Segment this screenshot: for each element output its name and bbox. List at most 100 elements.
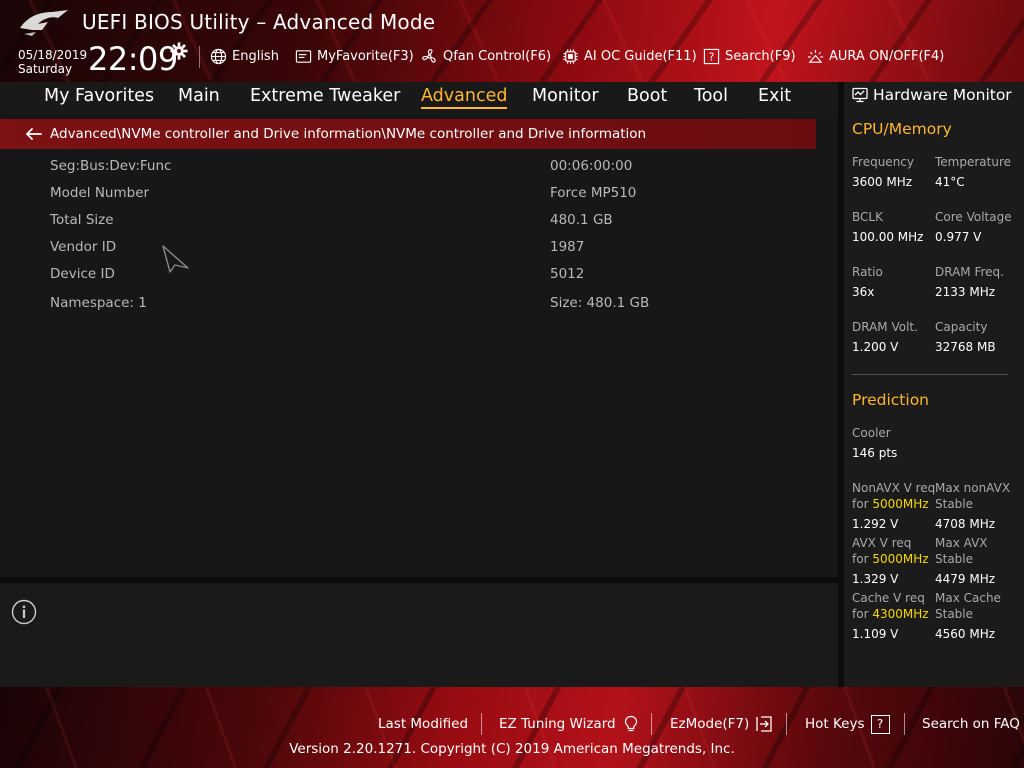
search-on-faq-label: Search on FAQ [922, 716, 1020, 732]
clock-time: 22:09 [88, 40, 178, 78]
row-label: Vendor ID [50, 239, 117, 255]
ai-oc-guide-button[interactable]: AI OC Guide(F11) [562, 46, 697, 66]
tab-extreme-tweaker[interactable]: Extreme Tweaker [250, 86, 400, 106]
ratio-value: 36x [852, 285, 875, 299]
aura-toggle-button[interactable]: AURA ON/OFF(F4) [807, 46, 944, 66]
monitor-icon [852, 87, 868, 103]
dram-freq-value: 2133 MHz [935, 285, 996, 299]
help-panel [0, 583, 838, 687]
main-tabbar: My Favorites Main Extreme Tweaker Advanc… [0, 82, 838, 114]
back-arrow-icon[interactable] [24, 126, 44, 142]
ezmode-label: EzMode(F7) [670, 716, 750, 732]
hardware-monitor-panel: Hardware Monitor CPU/Memory Frequency 36… [844, 82, 1024, 687]
search-icon: ? [703, 48, 720, 64]
gear-icon[interactable] [170, 42, 188, 60]
cache-req-value: 1.109 V [852, 627, 899, 641]
cache-req-label-line1: Cache V req [852, 591, 925, 605]
footer-separator [651, 713, 652, 735]
bclk-value: 100.00 MHz [852, 230, 924, 244]
language-button[interactable]: English [210, 46, 279, 66]
fan-icon [422, 48, 436, 63]
aura-icon [807, 49, 824, 63]
hot-keys-label: Hot Keys [805, 716, 865, 732]
tab-monitor[interactable]: Monitor [532, 86, 599, 106]
avx-req-label-line1: AVX V req [852, 536, 912, 550]
avx-target-frequency: 5000MHz [872, 552, 929, 566]
favorite-icon [295, 49, 312, 63]
cpu-memory-section-title: CPU/Memory [852, 120, 952, 138]
row-value: 1987 [550, 239, 585, 255]
for-word: for [852, 552, 873, 566]
ratio-label: Ratio [852, 265, 883, 279]
ez-tuning-wizard-label: EZ Tuning Wizard [499, 716, 616, 732]
avx-req-label: AVX V req for 5000MHz [852, 535, 929, 567]
max-nonavx-label: Max nonAVX Stable [935, 480, 1010, 512]
tab-my-favorites[interactable]: My Favorites [44, 86, 154, 106]
app-title: UEFI BIOS Utility – Advanced Mode [82, 10, 436, 34]
main-panel: Advanced\NVMe controller and Drive infor… [0, 114, 838, 577]
footer-bar: Last Modified EZ Tuning Wizard EzMode(F7… [0, 687, 1024, 768]
mouse-cursor-icon [162, 245, 189, 273]
breadcrumb-path: Advanced\NVMe controller and Drive infor… [50, 126, 647, 142]
nonavx-req-value: 1.292 V [852, 517, 899, 531]
row-label: Seg:Bus:Dev:Func [50, 158, 172, 174]
ai-oc-guide-label: AI OC Guide(F11) [584, 48, 697, 64]
row-value: Force MP510 [550, 185, 637, 201]
temperature-value: 41°C [935, 175, 965, 189]
max-avx-label-line1: Max AVX [935, 536, 988, 550]
prediction-section-title: Prediction [852, 391, 930, 409]
capacity-label: Capacity [935, 320, 988, 334]
hot-keys-button[interactable]: Hot Keys ? [805, 714, 890, 734]
dram-volt-label: DRAM Volt. [852, 320, 918, 334]
tab-advanced[interactable]: Advanced [421, 86, 508, 109]
tab-main[interactable]: Main [178, 86, 220, 106]
for-word: for [852, 497, 873, 511]
temperature-label: Temperature [935, 155, 1012, 169]
cooler-value: 146 pts [852, 446, 898, 460]
qfan-control-button[interactable]: Qfan Control(F6) [421, 46, 551, 66]
last-modified-label: Last Modified [378, 716, 469, 732]
tab-boot[interactable]: Boot [627, 86, 667, 106]
date-display: 05/18/2019 Saturday [18, 48, 87, 76]
cache-req-label-line2: for 4300MHz [852, 606, 929, 622]
myfavorite-button[interactable]: MyFavorite(F3) [295, 46, 414, 66]
max-nonavx-value: 4708 MHz [935, 517, 996, 531]
header-bar: UEFI BIOS Utility – Advanced Mode 05/18/… [0, 0, 1024, 82]
row-label: Device ID [50, 266, 115, 282]
footer-separator [786, 713, 787, 735]
help-key-icon: ? [870, 714, 890, 734]
search-button[interactable]: ? Search(F9) [703, 46, 796, 66]
dram-freq-label: DRAM Freq. [935, 265, 1004, 279]
chip-icon [563, 48, 578, 64]
info-icon [11, 599, 37, 625]
row-value: 00:06:00:00 [550, 158, 633, 174]
max-avx-label: Max AVX Stable [935, 535, 988, 567]
dram-volt-value: 1.200 V [852, 340, 899, 354]
qfan-control-label: Qfan Control(F6) [443, 48, 552, 64]
row-value: Size: 480.1 GB [550, 295, 650, 311]
last-modified-button[interactable]: Last Modified [378, 714, 468, 734]
search-on-faq-button[interactable]: Search on FAQ [922, 714, 1020, 734]
hardware-monitor-label: Hardware Monitor [873, 86, 1012, 104]
avx-req-value: 1.329 V [852, 572, 899, 586]
copyright-text: Version 2.20.1271. Copyright (C) 2019 Am… [289, 741, 735, 757]
stable-word: Stable [935, 497, 974, 511]
tab-exit[interactable]: Exit [758, 86, 791, 106]
myfavorite-label: MyFavorite(F3) [317, 48, 414, 64]
breadcrumb[interactable]: Advanced\NVMe controller and Drive infor… [0, 119, 816, 149]
max-cache-value: 4560 MHz [935, 627, 996, 641]
max-nonavx-label-line1: Max nonAVX [935, 481, 1011, 495]
ez-tuning-wizard-button[interactable]: EZ Tuning Wizard [499, 714, 640, 734]
row-value: 5012 [550, 266, 585, 282]
day-text: Saturday [18, 62, 73, 76]
language-label: English [232, 48, 279, 64]
ezmode-button[interactable]: EzMode(F7) [670, 714, 773, 734]
frequency-label: Frequency [852, 155, 914, 169]
max-avx-value: 4479 MHz [935, 572, 996, 586]
nonavx-req-label-line2: for 5000MHz [852, 496, 935, 512]
frequency-value: 3600 MHz [852, 175, 913, 189]
exit-arrow-icon [756, 716, 772, 732]
nonavx-req-label: NonAVX V req for 5000MHz [852, 480, 935, 512]
monitor-divider [852, 374, 1008, 375]
tab-tool[interactable]: Tool [694, 86, 728, 106]
